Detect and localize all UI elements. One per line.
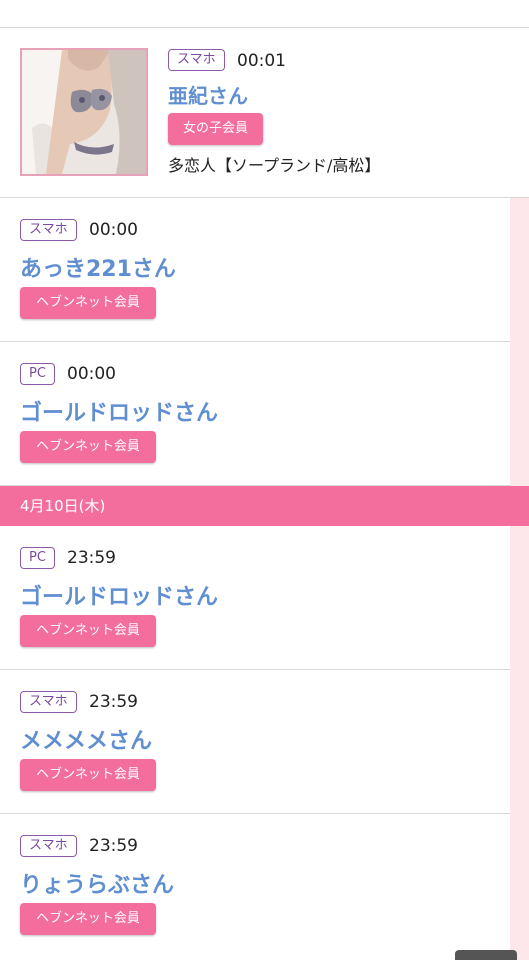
avatar-photo-icon bbox=[22, 50, 146, 174]
right-side-rail bbox=[510, 198, 529, 486]
visit-time: 23:59 bbox=[67, 548, 116, 568]
member-type-badge: 女の子会員 bbox=[168, 113, 263, 145]
visitor-entry[interactable]: スマホ 23:59 メメメメさん ヘブンネット会員 bbox=[0, 670, 510, 814]
visit-time: 23:59 bbox=[89, 692, 138, 712]
visitor-name-link[interactable]: りょうらぶさん bbox=[20, 867, 174, 899]
visit-time: 23:59 bbox=[89, 836, 138, 856]
visit-time: 00:00 bbox=[67, 364, 116, 384]
device-badge: スマホ bbox=[20, 219, 77, 241]
member-type-badge: ヘブンネット会員 bbox=[20, 615, 156, 647]
visitor-name-link[interactable]: ゴールドロッドさん bbox=[20, 395, 218, 427]
visitor-entry[interactable]: PC 00:00 ゴールドロッドさん ヘブンネット会員 bbox=[0, 342, 510, 486]
date-separator: 4月10日(木) bbox=[0, 486, 529, 526]
device-badge: スマホ bbox=[20, 691, 77, 713]
device-badge: スマホ bbox=[20, 835, 77, 857]
device-badge: スマホ bbox=[168, 49, 225, 71]
scroll-to-top-button[interactable] bbox=[455, 950, 517, 960]
device-badge: PC bbox=[20, 363, 55, 385]
visitor-name-link[interactable]: 亜紀さん bbox=[168, 80, 248, 109]
device-badge: PC bbox=[20, 547, 55, 569]
member-type-badge: ヘブンネット会員 bbox=[20, 903, 156, 935]
visitor-entry[interactable]: スマホ 23:59 りょうらぶさん ヘブンネット会員 bbox=[0, 814, 510, 960]
member-type-badge: ヘブンネット会員 bbox=[20, 287, 156, 319]
visit-time: 00:00 bbox=[89, 220, 138, 240]
visitor-entry[interactable]: PC 23:59 ゴールドロッドさん ヘブンネット会員 bbox=[0, 526, 510, 670]
member-type-badge: ヘブンネット会員 bbox=[20, 431, 156, 463]
visitor-entry[interactable]: スマホ 00:00 あっき221さん ヘブンネット会員 bbox=[0, 198, 510, 342]
visitor-name-link[interactable]: ゴールドロッドさん bbox=[20, 579, 218, 611]
visitor-name-link[interactable]: メメメメさん bbox=[20, 723, 152, 755]
visit-time: 00:01 bbox=[237, 51, 286, 71]
member-type-badge: ヘブンネット会員 bbox=[20, 759, 156, 791]
avatar[interactable] bbox=[20, 48, 148, 176]
visitor-name-link[interactable]: あっき221さん bbox=[20, 251, 176, 283]
visitor-entry[interactable]: スマホ 00:01 亜紀さん 女の子会員 多恋人【ソープランド/高松】 bbox=[0, 28, 529, 198]
top-divider bbox=[0, 0, 529, 28]
right-side-rail bbox=[510, 526, 529, 960]
shop-name: 多恋人【ソープランド/高松】 bbox=[168, 156, 381, 175]
